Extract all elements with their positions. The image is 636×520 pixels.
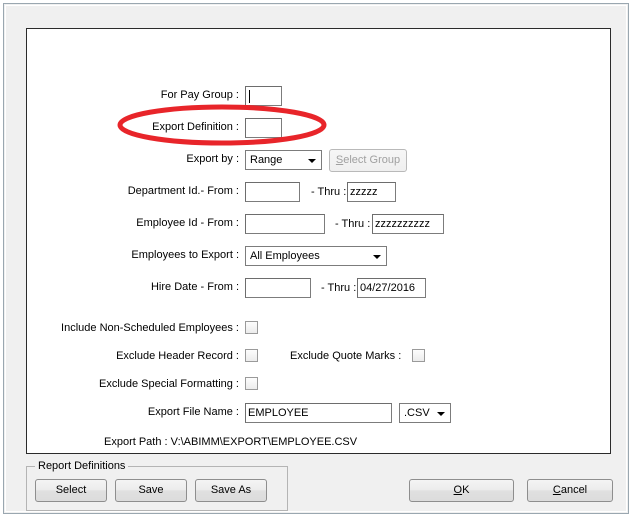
exclude-header-record-checkbox[interactable]	[245, 349, 258, 362]
exclude-header-record-label: Exclude Header Record :	[116, 350, 239, 362]
row-hire-date: Hire Date - From : - Thru : 04/27/2016	[27, 277, 612, 299]
row-employees-to-export: Employees to Export : All Employees	[27, 245, 612, 267]
chevron-down-icon	[437, 412, 445, 416]
export-definition-label: Export Definition :	[152, 121, 239, 133]
chevron-down-icon	[373, 255, 381, 259]
form-content-panel: For Pay Group : Export Definition : Expo…	[26, 28, 611, 454]
row-export-file-name: Export File Name : EMPLOYEE .CSV	[27, 402, 612, 424]
row-export-path: Export Path : V:\ABIMM\EXPORT\EMPLOYEE.C…	[27, 432, 612, 454]
exclude-special-formatting-checkbox[interactable]	[245, 377, 258, 390]
export-by-selected-value: Range	[250, 154, 283, 166]
row-exclude-special-formatting: Exclude Special Formatting :	[27, 374, 612, 396]
include-non-scheduled-label: Include Non-Scheduled Employees :	[61, 322, 239, 334]
hire-date-from-input[interactable]	[245, 278, 311, 298]
export-extension-selected-value: .CSV	[404, 407, 430, 419]
hire-date-thru-label: - Thru :	[321, 282, 357, 294]
exclude-quote-marks-checkbox[interactable]	[412, 349, 425, 362]
row-department-id: Department Id.- From : - Thru : zzzzz	[27, 181, 612, 203]
export-file-name-input[interactable]: EMPLOYEE	[245, 403, 392, 423]
department-id-from-input[interactable]	[245, 182, 300, 202]
exclude-special-formatting-label: Exclude Special Formatting :	[98, 378, 239, 390]
save-button[interactable]: Save	[115, 479, 187, 502]
department-id-thru-label: - Thru :	[311, 186, 347, 198]
row-pay-group: For Pay Group :	[27, 85, 612, 107]
row-employee-id: Employee Id - From : - Thru : zzzzzzzzzz	[27, 213, 612, 235]
row-include-non-scheduled: Include Non-Scheduled Employees :	[27, 318, 612, 340]
row-export-definition: Export Definition :	[27, 117, 612, 139]
employee-id-thru-label: - Thru :	[335, 218, 371, 230]
dialog-window: For Pay Group : Export Definition : Expo…	[3, 3, 629, 514]
select-group-button[interactable]: Select Group	[329, 149, 407, 172]
employee-id-thru-input[interactable]: zzzzzzzzzz	[372, 214, 444, 234]
cancel-button[interactable]: Cancel	[527, 479, 613, 502]
employees-to-export-selected-value: All Employees	[250, 250, 320, 262]
department-id-thru-input[interactable]: zzzzz	[347, 182, 396, 202]
row-export-by: Export by : Range Select Group	[27, 149, 612, 172]
export-by-dropdown[interactable]: Range	[245, 150, 322, 170]
select-button[interactable]: Select	[35, 479, 107, 502]
pay-group-input[interactable]	[245, 86, 282, 106]
employee-id-label: Employee Id - From :	[136, 217, 239, 229]
export-path-text: Export Path : V:\ABIMM\EXPORT\EMPLOYEE.C…	[104, 436, 358, 448]
chevron-down-icon	[308, 159, 316, 163]
report-definitions-legend: Report Definitions	[35, 460, 129, 472]
export-file-name-label: Export File Name :	[147, 406, 239, 418]
include-non-scheduled-checkbox[interactable]	[245, 321, 258, 334]
employees-to-export-label: Employees to Export :	[131, 249, 239, 261]
employees-to-export-dropdown[interactable]: All Employees	[245, 246, 387, 266]
row-exclude-header-record: Exclude Header Record : Exclude Quote Ma…	[27, 346, 612, 368]
department-id-label: Department Id.- From :	[127, 185, 239, 197]
pay-group-label: For Pay Group :	[160, 89, 239, 101]
hire-date-thru-input[interactable]: 04/27/2016	[357, 278, 426, 298]
ok-button[interactable]: OK	[409, 479, 514, 502]
export-extension-dropdown[interactable]: .CSV	[399, 403, 451, 423]
hire-date-label: Hire Date - From :	[150, 281, 239, 293]
employee-id-from-input[interactable]	[245, 214, 325, 234]
export-definition-input[interactable]	[245, 118, 282, 138]
report-definitions-group: Report Definitions Select Save Save As	[26, 460, 288, 511]
export-by-label: Export by :	[186, 153, 239, 165]
exclude-quote-marks-label: Exclude Quote Marks :	[290, 350, 402, 362]
save-as-button[interactable]: Save As	[195, 479, 267, 502]
